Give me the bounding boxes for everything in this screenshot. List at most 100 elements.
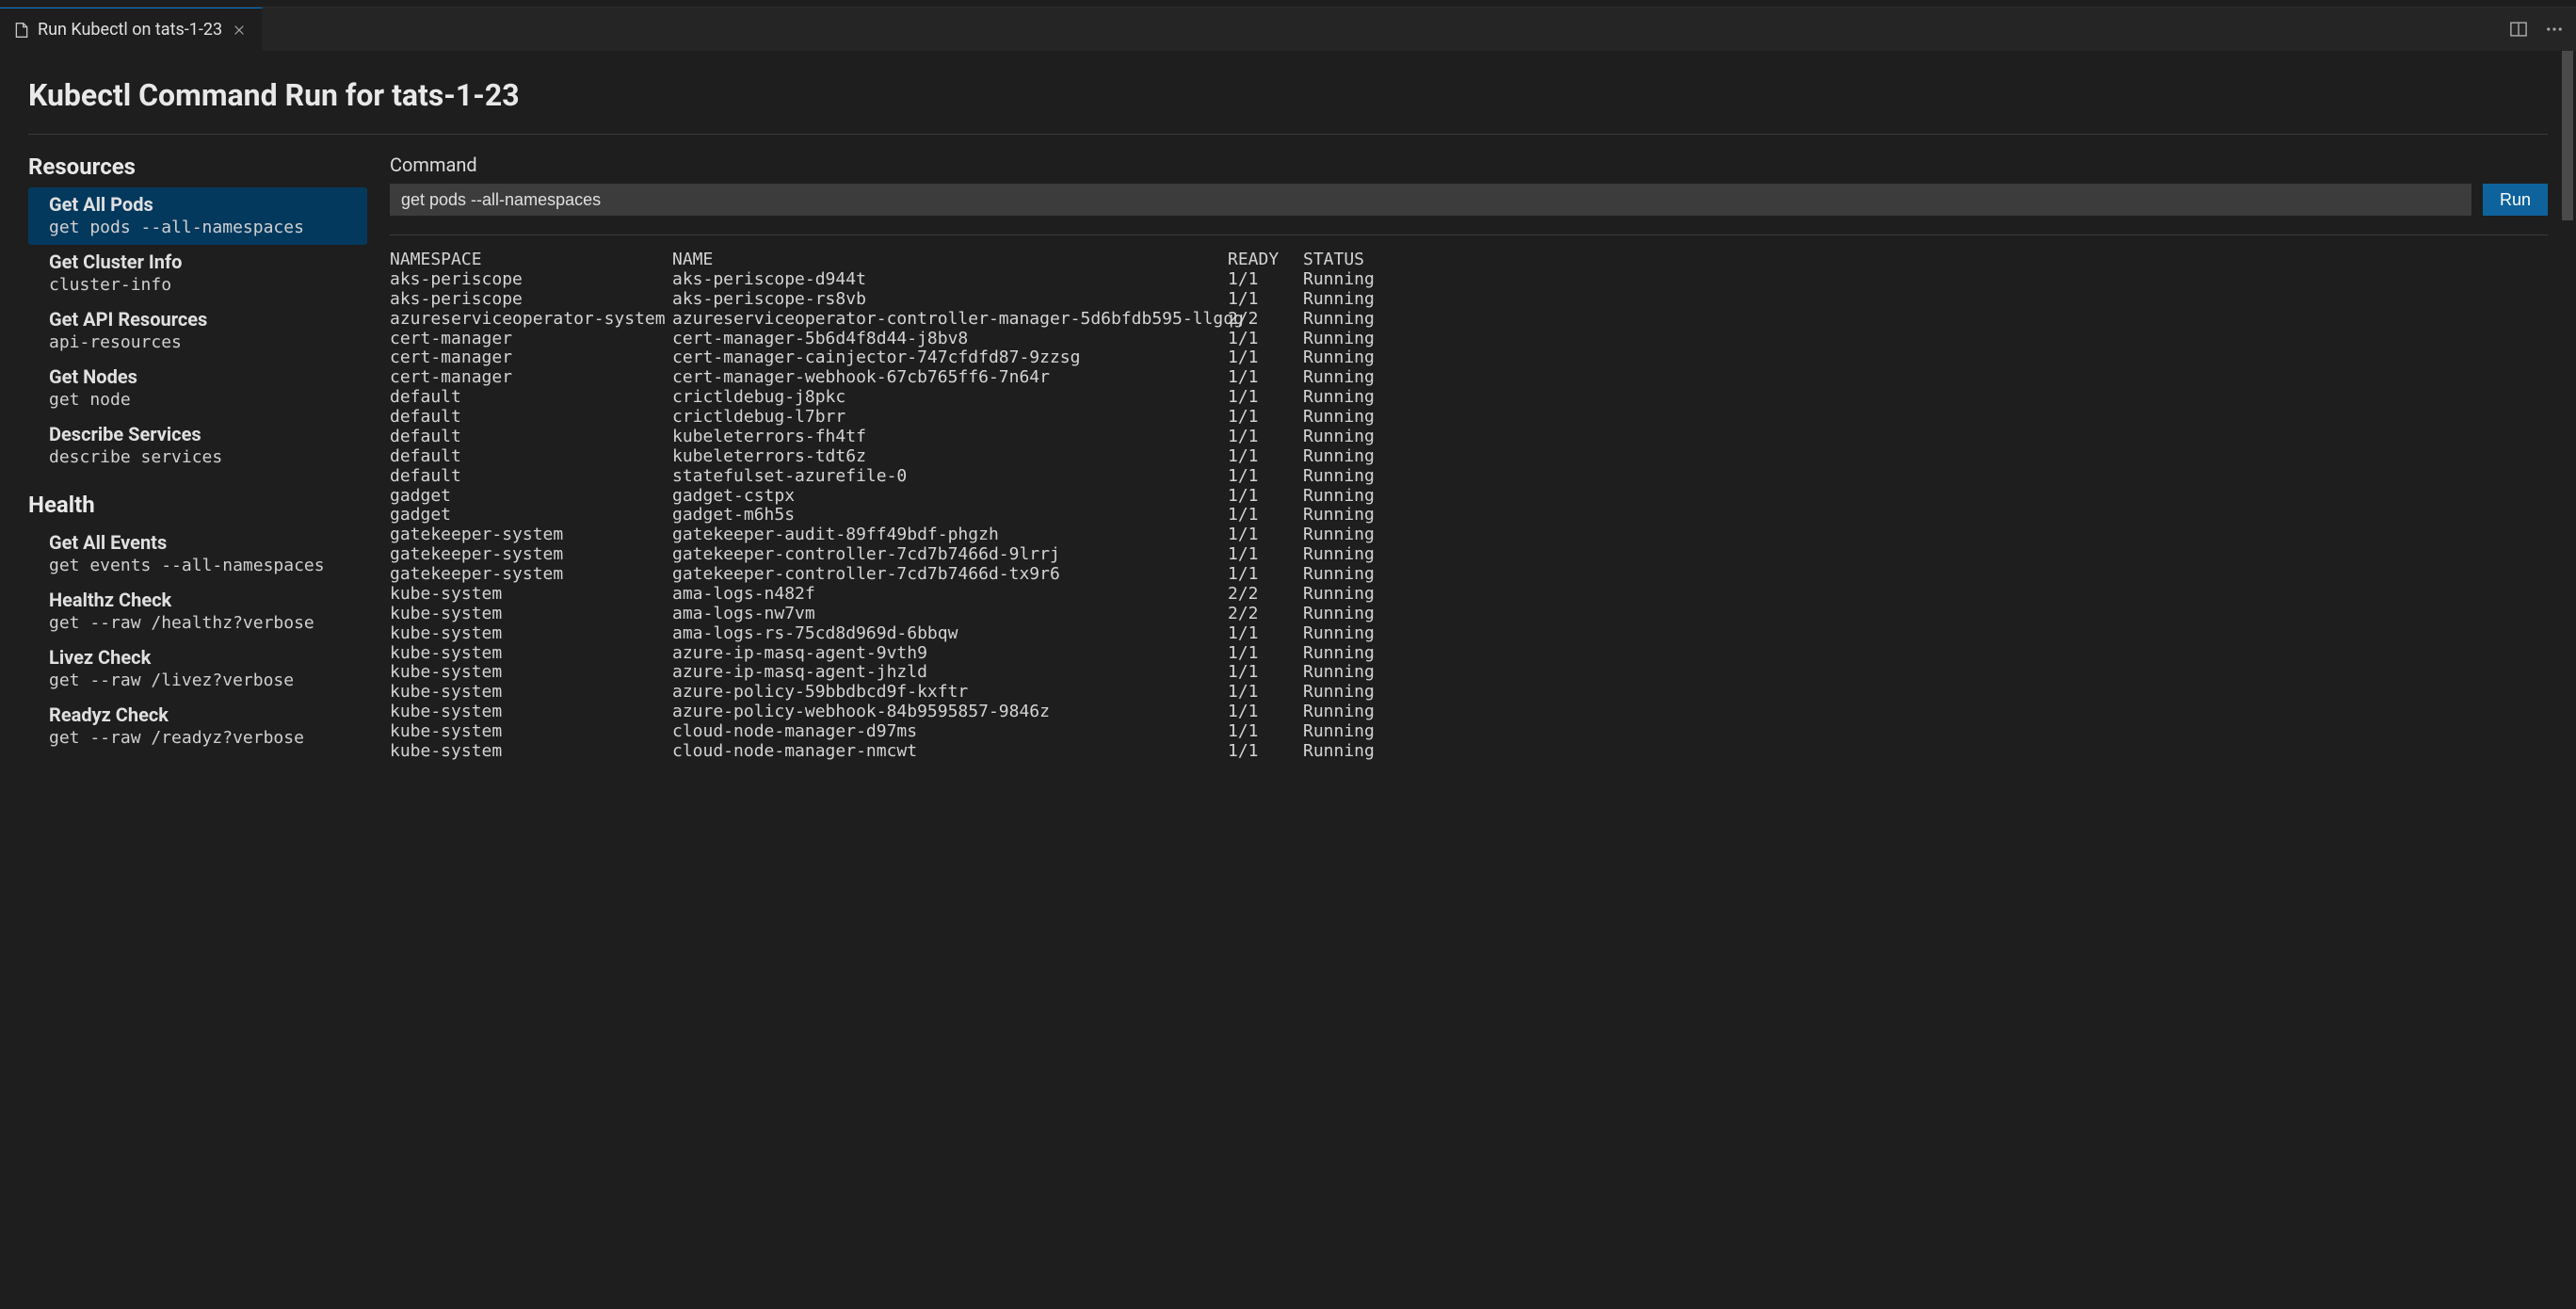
tab-title: Run Kubectl on tats-1-23 [38,20,222,40]
output-name: kubeleterrors-fh4tf [672,428,1228,447]
output-namespace: kube-system [390,585,672,605]
sidebar-section-title: Resources [28,154,367,180]
output-ready: READY [1228,250,1303,270]
run-button[interactable]: Run [2483,184,2548,216]
sidebar-item[interactable]: Get All Pods get pods --all-namespaces [28,187,367,245]
output-namespace: kube-system [390,742,672,762]
output-row: gadgetgadget-m6h5s1/1Running [390,506,2548,525]
close-icon[interactable] [230,21,249,40]
sidebar-item-label: Describe Services [49,423,358,445]
output-namespace: gatekeeper-system [390,545,672,565]
output-row: defaultkubeleterrors-fh4tf1/1Running [390,428,2548,447]
vertical-scrollbar[interactable] [2559,51,2576,1309]
output-name: cert-manager-cainjector-747cfdfd87-9zzsg [672,348,1228,368]
output-name: gatekeeper-audit-89ff49bdf-phgzh [672,525,1228,545]
sidebar-item[interactable]: Healthz Checkget --raw /healthz?verbose [28,583,367,640]
output-name: aks-periscope-rs8vb [672,290,1228,310]
output-row: kube-systemazure-policy-webhook-84b95958… [390,703,2548,722]
output-namespace: kube-system [390,663,672,683]
sidebar-item[interactable]: Get All Eventsget events --all-namespace… [28,525,367,583]
output-row: kube-systemama-logs-n482f2/2Running [390,585,2548,605]
sidebar-item[interactable]: Readyz Checkget --raw /readyz?verbose [28,698,367,755]
output-name: azure-ip-masq-agent-9vth9 [672,644,1228,664]
output-name: gatekeeper-controller-7cd7b7466d-9lrrj [672,545,1228,565]
output-name: cloud-node-manager-d97ms [672,722,1228,742]
sidebar-item[interactable]: Livez Checkget --raw /livez?verbose [28,640,367,698]
output-status: Running [1303,663,1397,683]
command-input[interactable] [390,184,2471,216]
sidebar-section-title: Health [28,492,367,518]
output-name: ama-logs-nw7vm [672,605,1228,624]
output-ready: 1/1 [1228,722,1303,742]
title-bar [0,0,2576,8]
output-ready: 1/1 [1228,447,1303,467]
output-ready: 1/1 [1228,545,1303,565]
output-row: kube-systemazure-ip-masq-agent-jhzld1/1R… [390,663,2548,683]
more-actions-icon[interactable] [2544,19,2565,40]
sidebar-item-cmd: get --raw /healthz?verbose [49,613,358,633]
sidebar-item-label: Readyz Check [49,703,358,726]
output-name: gatekeeper-controller-7cd7b7466d-tx9r6 [672,565,1228,585]
output-namespace: gatekeeper-system [390,525,672,545]
output-row: kube-systemazure-policy-59bbdbcd9f-kxftr… [390,683,2548,703]
output-ready: 1/1 [1228,624,1303,644]
sidebar-item-cmd: get events --all-namespaces [49,556,358,575]
output-ready: 1/1 [1228,663,1303,683]
output-name: crictldebug-j8pkc [672,388,1228,408]
output-name: azure-ip-masq-agent-jhzld [672,663,1228,683]
output-header-row: NAMESPACENAMEREADYSTATUS [390,250,2548,270]
sidebar-item[interactable]: Describe Servicesdescribe services [28,417,367,475]
output-ready: 1/1 [1228,428,1303,447]
output-namespace: kube-system [390,683,672,703]
output-ready: 1/1 [1228,408,1303,428]
output-ready: 1/1 [1228,368,1303,388]
output-row: cert-managercert-manager-cainjector-747c… [390,348,2548,368]
output-row: defaultkubeleterrors-tdt6z1/1Running [390,447,2548,467]
output-namespace: cert-manager [390,368,672,388]
sidebar-item-label: Healthz Check [49,589,358,611]
output-status: Running [1303,428,1397,447]
output-row: kube-systemama-logs-nw7vm2/2Running [390,605,2548,624]
output-row: gatekeeper-systemgatekeeper-audit-89ff49… [390,525,2548,545]
output-name: azure-policy-webhook-84b9595857-9846z [672,703,1228,722]
output-namespace: cert-manager [390,330,672,349]
sidebar-item-label: Get All Pods [49,193,358,216]
output-row: cert-managercert-manager-5b6d4f8d44-j8bv… [390,330,2548,349]
sidebar-item-label: Get Cluster Info [49,250,358,273]
page-title: Kubectl Command Run for tats-1-23 [28,77,2548,135]
output-ready: 1/1 [1228,644,1303,664]
sidebar-item[interactable]: Get Nodesget node [28,360,367,417]
sidebar-item-label: Livez Check [49,646,358,669]
output-row: azureserviceoperator-systemazureserviceo… [390,310,2548,330]
output-row: kube-systemcloud-node-manager-d97ms1/1Ru… [390,722,2548,742]
output-status: Running [1303,388,1397,408]
sidebar-item-label: Get API Resources [49,308,358,331]
sidebar-item-cmd: get --raw /readyz?verbose [49,728,358,748]
sidebar-item-cmd: api-resources [49,332,358,352]
output-name: crictldebug-l7brr [672,408,1228,428]
output-status: Running [1303,565,1397,585]
split-editor-icon[interactable] [2508,19,2529,40]
output-name: cert-manager-5b6d4f8d44-j8bv8 [672,330,1228,349]
output-row: gatekeeper-systemgatekeeper-controller-7… [390,565,2548,585]
command-label: Command [390,154,2548,176]
sidebar-item[interactable]: Get API Resourcesapi-resources [28,302,367,360]
output-status: Running [1303,585,1397,605]
main-panel: Command Run NAMESPACENAMEREADYSTATUSaks-… [390,154,2548,772]
output-name: cloud-node-manager-nmcwt [672,742,1228,762]
scrollbar-thumb[interactable] [2562,51,2573,220]
sidebar-item[interactable]: Get Cluster Infocluster-info [28,245,367,302]
output-row: gadgetgadget-cstpx1/1Running [390,487,2548,507]
output-name: cert-manager-webhook-67cb765ff6-7n64r [672,368,1228,388]
output-ready: 1/1 [1228,348,1303,368]
command-output: NAMESPACENAMEREADYSTATUSaks-periscopeaks… [390,250,2548,762]
output-namespace: default [390,428,672,447]
output-name: gadget-cstpx [672,487,1228,507]
output-ready: 1/1 [1228,487,1303,507]
editor-tab[interactable]: Run Kubectl on tats-1-23 [0,8,263,51]
output-namespace: azureserviceoperator-system [390,310,672,330]
sidebar: Resources Get All Pods get pods --all-name… [28,154,367,772]
sidebar-item-label: Get Nodes [49,365,358,388]
sidebar-item-cmd: get pods --all-namespaces [49,218,358,237]
output-status: Running [1303,722,1397,742]
